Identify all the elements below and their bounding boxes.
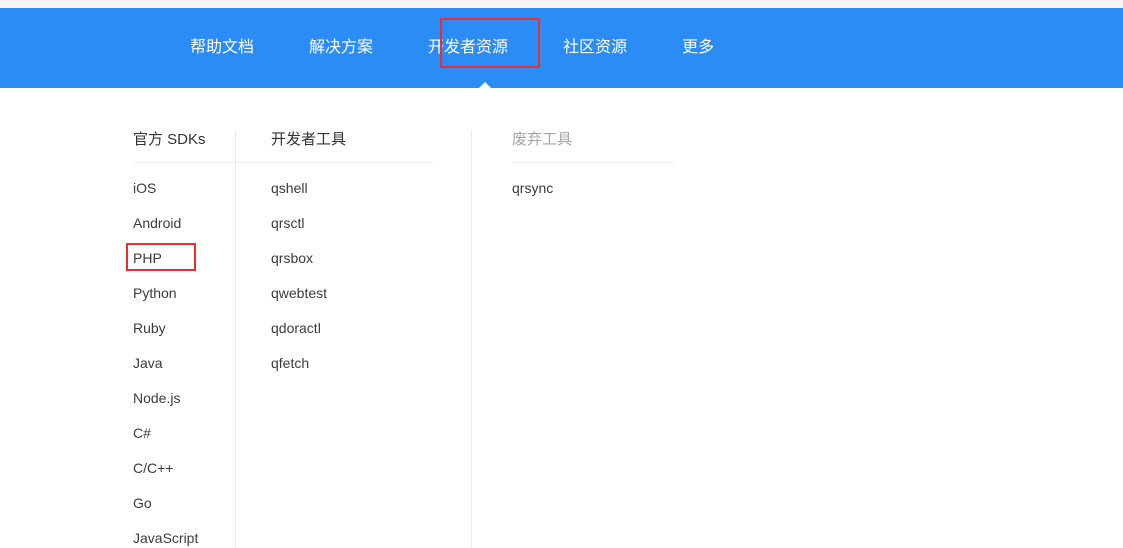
nav-item-community-resources[interactable]: 社区资源: [563, 40, 627, 56]
list-item[interactable]: C/C++: [133, 443, 235, 478]
developer-resources-dropdown-panel: 官方 SDKs iOS Android PHP Python Ruby Java…: [0, 88, 1123, 548]
deprecated-tools-list: qrsync: [512, 163, 707, 198]
nav-item-list: 帮助文档 解决方案 开发者资源 社区资源 更多: [190, 8, 714, 88]
list-item[interactable]: Node.js: [133, 373, 235, 408]
official-sdks-list: iOS Android PHP Python Ruby Java Node.js…: [133, 163, 235, 548]
list-item[interactable]: qrsctl: [271, 198, 471, 233]
list-item[interactable]: Python: [133, 268, 235, 303]
nav-item-help-docs[interactable]: 帮助文档: [190, 40, 254, 56]
dropdown-column-developer-tools: 开发者工具 qshell qrsctl qrsbox qwebtest qdor…: [235, 130, 471, 548]
column-header-deprecated-tools: 废弃工具: [512, 130, 674, 163]
primary-navigation-bar: 帮助文档 解决方案 开发者资源 社区资源 更多: [0, 8, 1123, 96]
list-item[interactable]: Android: [133, 198, 235, 233]
list-item[interactable]: Java: [133, 338, 235, 373]
dropdown-columns: 官方 SDKs iOS Android PHP Python Ruby Java…: [0, 130, 707, 548]
list-item[interactable]: qrsync: [512, 163, 707, 198]
list-item[interactable]: qfetch: [271, 338, 471, 373]
developer-tools-list: qshell qrsctl qrsbox qwebtest qdoractl q…: [271, 163, 471, 373]
nav-item-developer-resources[interactable]: 开发者资源: [428, 40, 508, 56]
list-item[interactable]: JavaScript: [133, 513, 235, 548]
list-item[interactable]: qshell: [271, 163, 471, 198]
nav-item-solutions[interactable]: 解决方案: [309, 40, 373, 56]
list-item[interactable]: Go: [133, 478, 235, 513]
list-item[interactable]: qdoractl: [271, 303, 471, 338]
nav-item-more[interactable]: 更多: [682, 40, 714, 56]
list-item[interactable]: iOS: [133, 163, 235, 198]
dropdown-column-official-sdks: 官方 SDKs iOS Android PHP Python Ruby Java…: [0, 130, 295, 548]
column-header-developer-tools: 开发者工具: [271, 130, 433, 163]
dropdown-column-deprecated-tools: 废弃工具 qrsync: [471, 130, 707, 548]
list-item[interactable]: Ruby: [133, 303, 235, 338]
list-item[interactable]: C#: [133, 408, 235, 443]
list-item[interactable]: PHP: [133, 233, 235, 268]
top-strip: [0, 0, 1123, 8]
list-item[interactable]: qwebtest: [271, 268, 471, 303]
list-item[interactable]: qrsbox: [271, 233, 471, 268]
